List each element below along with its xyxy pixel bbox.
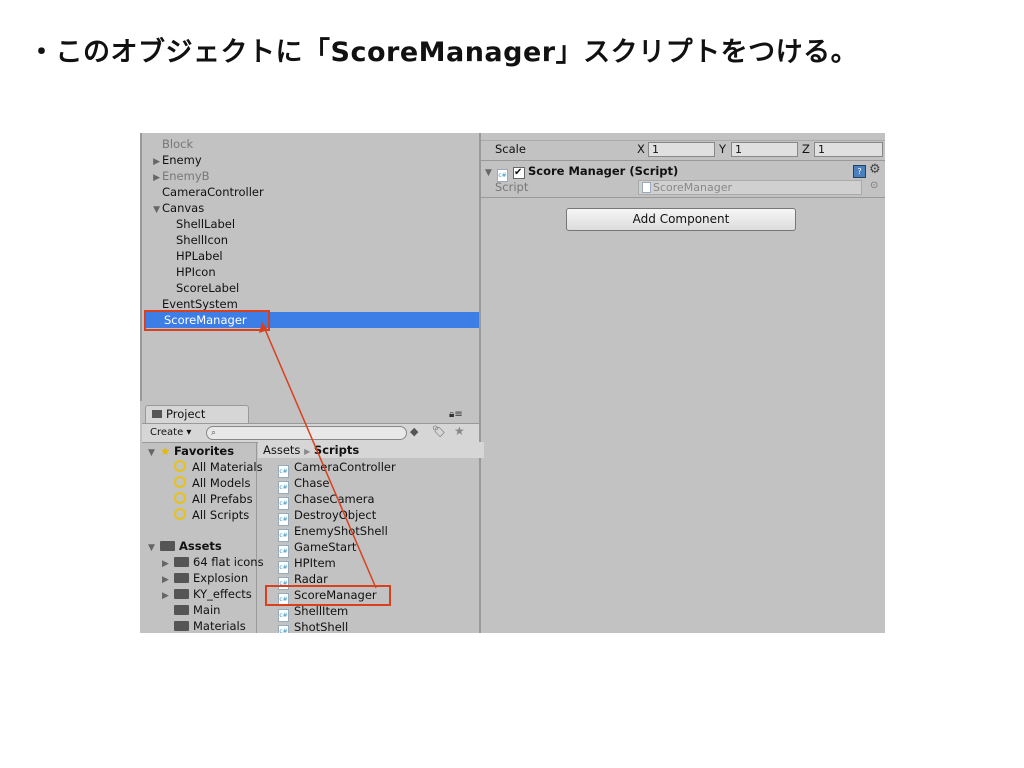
unity-editor-screenshot: Block ▶ Enemy ▶ EnemyB CameraController ▼ Canva… [140,133,885,633]
annotation-arrow-line [263,326,377,589]
slide-title: ・このオブジェクトに「ScoreManager」スクリプトをつける。 [28,37,859,68]
annotation-overlay [259,322,377,589]
highlight-hierarchy-scoremanager [144,310,270,331]
highlight-project-scoremanager [265,585,391,606]
